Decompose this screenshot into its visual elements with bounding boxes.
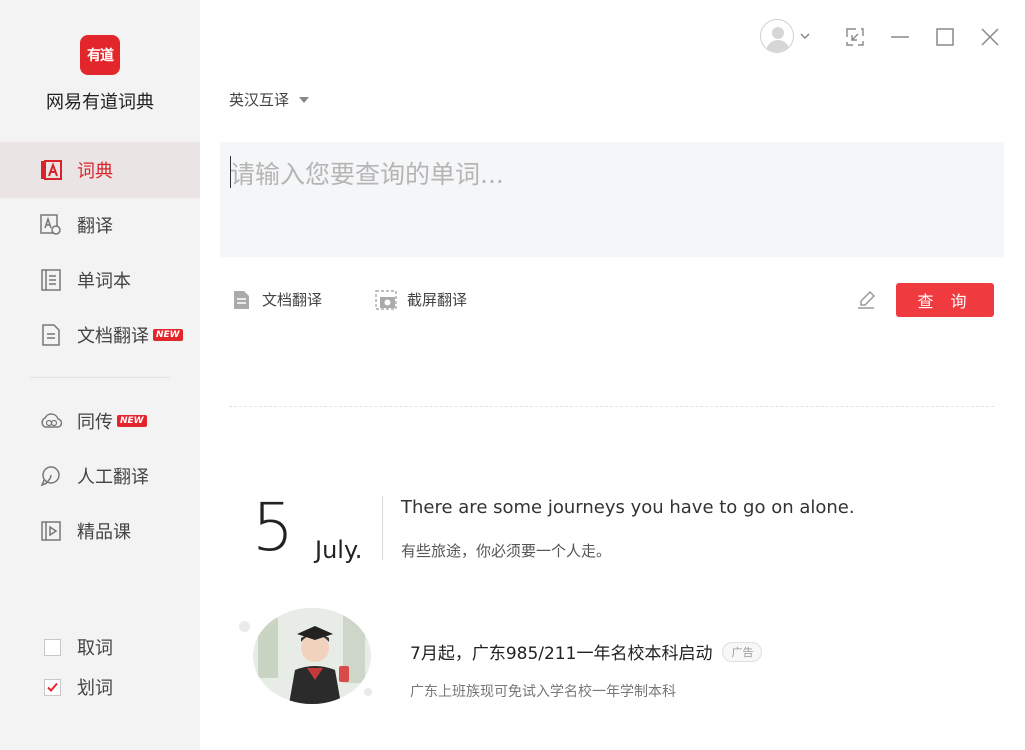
chevron-down-icon[interactable]	[799, 30, 811, 42]
app-logo: 有道	[80, 35, 120, 75]
ad-title[interactable]: 7月起，广东985/211一年名校本科启动 广告	[410, 639, 763, 664]
daily-sentence-en[interactable]: There are some journeys you have to go o…	[401, 497, 855, 518]
sidebar-item-course[interactable]: 精品课	[0, 503, 200, 559]
screenshot-camera-icon	[375, 289, 397, 310]
maximize-button[interactable]	[934, 26, 956, 48]
sidebar-item-human-translate[interactable]: 人工翻译	[0, 448, 200, 504]
query-button[interactable]: 查 询	[896, 283, 994, 317]
screenshot-translate-label: 截屏翻译	[407, 291, 468, 309]
sidebar-item-wordbook[interactable]: 单词本	[0, 252, 200, 308]
app-name: 网易有道词典	[46, 92, 154, 113]
sidebar-item-label: 单词本	[77, 271, 131, 292]
graduate-photo	[253, 608, 371, 704]
compact-mode-button[interactable]	[844, 26, 866, 48]
sidebar-item-label: 词典	[77, 161, 113, 182]
text-cursor	[230, 156, 231, 188]
minimize-button[interactable]	[889, 26, 911, 48]
headset-icon	[40, 465, 62, 487]
select-word-checkbox[interactable]	[44, 678, 61, 696]
dictionary-icon	[40, 159, 62, 181]
doc-translate-label: 文档翻译	[262, 291, 323, 309]
capture-word-toggle[interactable]: 取词	[44, 634, 113, 660]
capture-word-checkbox[interactable]	[44, 638, 61, 656]
sidebar-item-label: 文档翻译	[77, 326, 149, 347]
close-icon	[981, 28, 999, 46]
close-button[interactable]	[979, 26, 1001, 48]
shrink-icon	[846, 28, 864, 46]
logo-text: 有道	[87, 48, 114, 64]
doc-translate-button[interactable]: 文档翻译	[232, 289, 322, 310]
sidebar-item-label: 精品课	[77, 522, 131, 543]
user-icon	[766, 27, 790, 52]
cloud-icon	[40, 410, 62, 432]
ad-tag: 广告	[722, 641, 763, 662]
ad-subtitle[interactable]: 广东上班族现可免试入学名校一年学制本科	[410, 681, 676, 701]
daily-month: July.	[315, 536, 363, 564]
new-badge: NEW	[153, 329, 183, 341]
sidebar-item-label: 同传	[77, 412, 113, 433]
sidebar-item-dictionary[interactable]: 词典	[0, 142, 200, 198]
checkmark-icon	[47, 682, 58, 692]
wordbook-icon	[40, 269, 62, 291]
decor-dot	[239, 621, 250, 632]
screenshot-translate-button[interactable]: 截屏翻译	[375, 289, 467, 310]
user-avatar[interactable]	[760, 19, 794, 53]
sidebar-item-label: 翻译	[77, 216, 113, 237]
search-input[interactable]	[230, 154, 990, 194]
capture-word-label: 取词	[77, 638, 113, 659]
sidebar: 有道 网易有道词典 词典 翻译 单词本 文档翻译 NEW 同传 NEW 人工翻译…	[0, 0, 200, 750]
sidebar-item-doc-translate[interactable]: 文档翻译 NEW	[0, 307, 200, 363]
section-divider	[229, 406, 994, 407]
document-icon	[234, 290, 249, 309]
select-word-toggle[interactable]: 划词	[44, 674, 113, 700]
new-badge: NEW	[117, 415, 147, 427]
sidebar-item-simultaneous[interactable]: 同传 NEW	[0, 393, 200, 449]
handwriting-icon[interactable]	[855, 289, 877, 311]
minimize-icon	[891, 36, 909, 38]
document-icon	[40, 324, 62, 346]
sidebar-divider	[30, 377, 170, 378]
sidebar-item-label: 人工翻译	[77, 467, 149, 488]
language-selector[interactable]: 英汉互译	[229, 89, 310, 110]
daily-day: 5	[252, 489, 294, 566]
ad-image[interactable]	[253, 608, 371, 704]
video-course-icon	[40, 520, 62, 542]
maximize-icon	[936, 28, 954, 46]
daily-separator	[382, 496, 383, 560]
language-selector-label: 英汉互译	[229, 91, 290, 109]
translate-icon	[40, 214, 62, 236]
select-word-label: 划词	[77, 678, 113, 699]
caret-down-icon	[299, 96, 310, 103]
search-box	[220, 142, 1004, 257]
decor-dot	[364, 688, 372, 696]
sidebar-item-translate[interactable]: 翻译	[0, 197, 200, 253]
ad-title-text: 7月起，广东985/211一年名校本科启动	[410, 644, 713, 664]
daily-sentence-cn: 有些旅途，你必须要一个人走。	[401, 542, 612, 560]
